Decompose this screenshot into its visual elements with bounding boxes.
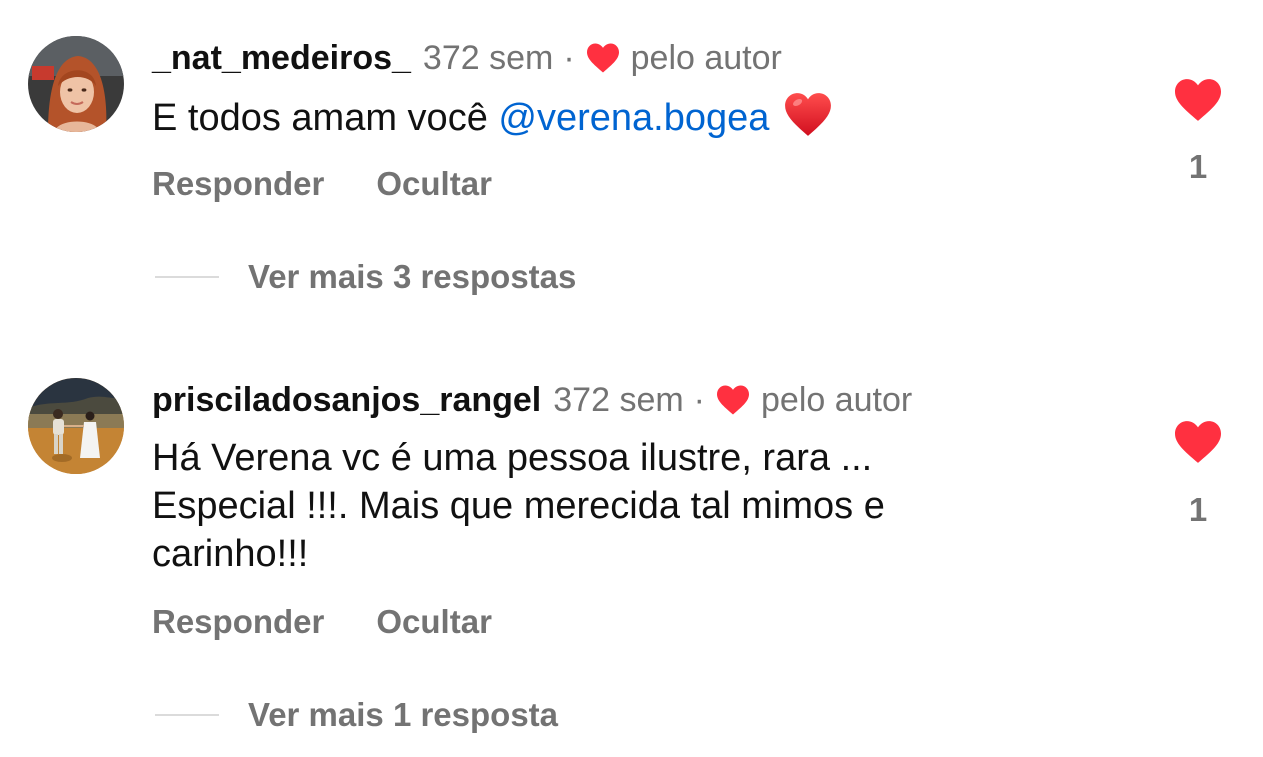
hide-button[interactable]: Ocultar [376,165,492,203]
timestamp: 372 sem [422,38,554,77]
view-more-replies-label: Ver mais 1 resposta [248,696,559,733]
comment-header: _nat_medeiros_ 372 sem · pelo autor [152,36,782,80]
heart-emoji-icon [783,90,833,140]
comment-text: Há Verena vc é uma pessoa ilustre, rara … [152,437,885,575]
like-heart-icon[interactable] [1172,419,1224,465]
view-more-replies-button[interactable]: Ver mais 1 resposta [155,695,558,735]
separator-dot: · [563,38,575,77]
heart-icon [715,384,751,416]
comment-header: prisciladosanjos_rangel 372 sem · pelo a… [152,378,912,422]
reply-button[interactable]: Responder [152,603,324,641]
liked-by-author-label: pelo autor [761,380,913,419]
comment-actions: Responder Ocultar [152,164,544,204]
comment-actions: Responder Ocultar [152,602,544,642]
heart-icon [585,42,621,74]
hide-button[interactable]: Ocultar [376,603,492,641]
comment-text: E todos amam você @verena.bogea [152,90,1052,142]
comment-text-content: E todos amam você [152,97,499,139]
timestamp: 372 sem [553,380,684,419]
mention-link[interactable]: @verena.bogea [498,97,769,139]
reply-button[interactable]: Responder [152,165,324,203]
username-link[interactable]: prisciladosanjos_rangel [152,381,541,420]
view-more-replies-label: Ver mais 3 respostas [248,258,577,295]
like-heart-icon[interactable] [1172,77,1224,123]
view-more-replies-button[interactable]: Ver mais 3 respostas [155,257,576,297]
divider [155,714,219,716]
username-link[interactable]: _nat_medeiros_ [152,39,411,78]
avatar[interactable] [28,36,124,132]
divider [155,276,219,278]
separator-dot: · [693,380,705,419]
liked-by-author-label: pelo autor [630,38,782,77]
avatar[interactable] [28,378,124,474]
like-count: 1 [1188,491,1208,528]
like-count: 1 [1188,148,1208,185]
